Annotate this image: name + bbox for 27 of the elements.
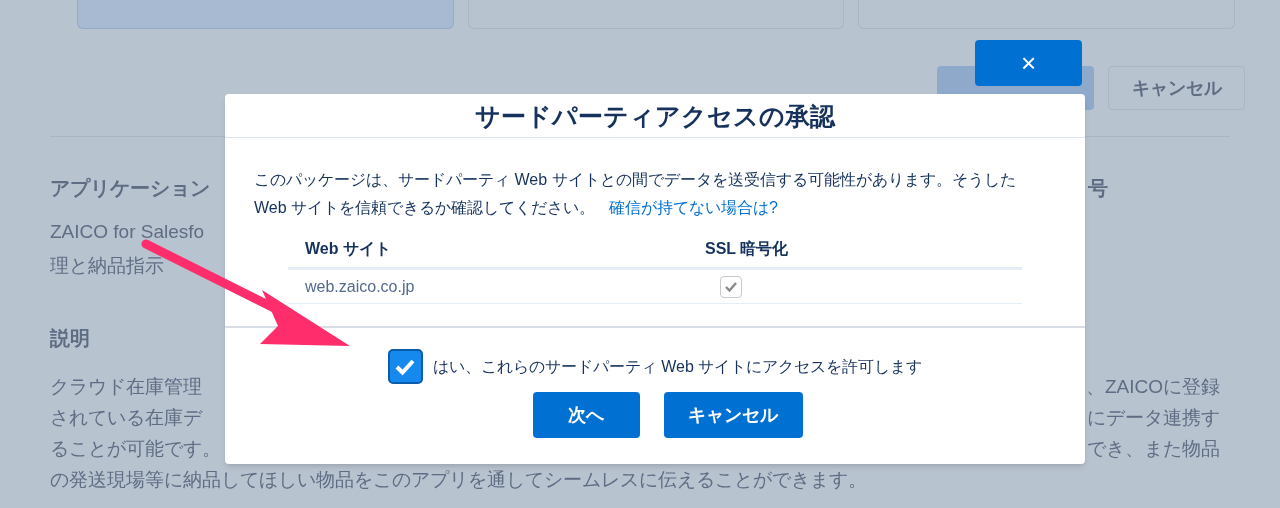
cancel-button[interactable]: キャンセル (663, 392, 803, 438)
check-icon (394, 357, 417, 376)
description-text: の発送現場等に納品してほしい物品をこのアプリを通してシームレスに伝えることができます。 (50, 468, 867, 492)
app-text: 理と納品指示 (50, 254, 164, 278)
app-text: ZAICO for Salesfo (50, 220, 205, 244)
dialog-title: サードパーティアクセスの承認 (475, 101, 835, 132)
consent-checkbox[interactable] (387, 349, 423, 384)
section-heading: アプリケーション (50, 176, 210, 201)
description-text: クラウド在庫管理 (50, 375, 202, 399)
next-button[interactable]: 次へ (532, 392, 640, 438)
description-text: されている在庫デ (50, 406, 202, 430)
description-text: ることが可能です。 (50, 437, 221, 461)
description-text: 、ZAICOに登録 (1085, 375, 1220, 399)
consent-label: はい、これらのサードパーティ Web サイトにアクセスを許可します (432, 356, 923, 377)
section-heading: 号 (1088, 176, 1108, 201)
tab[interactable] (77, 0, 454, 29)
description-text: にデータ連携す (1087, 406, 1220, 430)
close-button[interactable]: × (975, 40, 1082, 86)
section-heading: 説明 (50, 327, 90, 349)
column-header: Web サイト (304, 238, 392, 259)
help-link[interactable]: 確信が持てない場合は? (609, 199, 778, 216)
cancel-button[interactable]: キャンセル (1108, 66, 1245, 110)
column-header: SSL 暗号化 (705, 238, 789, 259)
table-cell-text: web.zaico.co.jp (304, 276, 416, 297)
check-icon (724, 280, 738, 293)
dialog-message: このパッケージは、サードパーティ Web サイトとの間でデータを送受信する可能性があります。そうした Web サイトを信頼できるか確認してください。 確信が持てない場合は? (254, 170, 1017, 218)
description-text: でき、また物品 (1087, 437, 1220, 461)
